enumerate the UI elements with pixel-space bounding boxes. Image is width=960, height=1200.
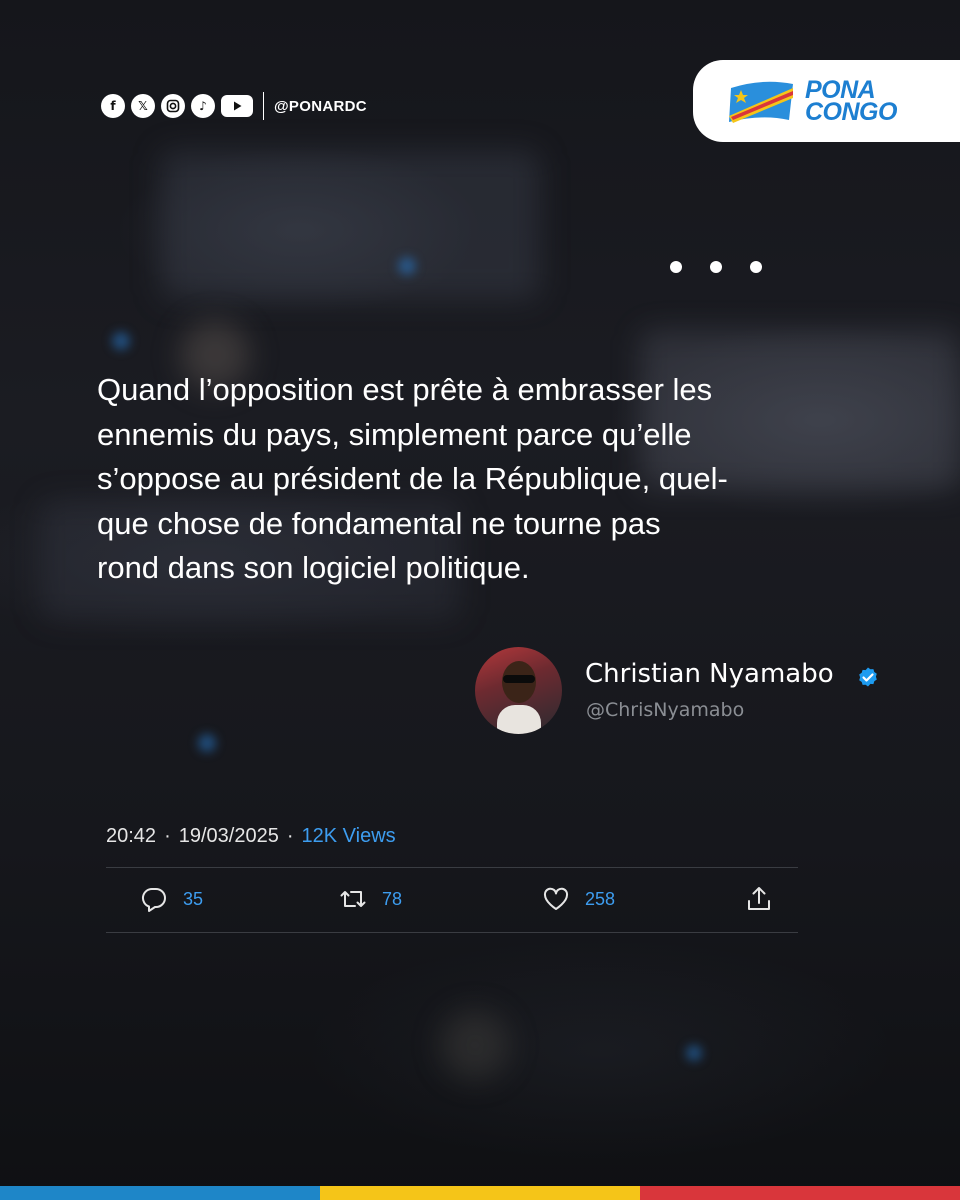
dot <box>710 261 722 273</box>
drc-flag-icon <box>729 81 793 123</box>
bg-blur-dot <box>112 332 130 350</box>
avatar[interactable] <box>475 647 562 734</box>
bg-blur-dot <box>398 257 416 275</box>
bg-blur-dot <box>198 734 216 752</box>
tweet-text: Quand l’opposition est prête à embrasser… <box>97 368 867 591</box>
stripe-yellow <box>320 1186 640 1200</box>
instagram-icon[interactable] <box>161 94 185 118</box>
stripe-red <box>640 1186 960 1200</box>
more-options-icon[interactable] <box>670 261 762 273</box>
retweet-count: 78 <box>382 888 403 909</box>
divider <box>106 932 798 933</box>
x-icon[interactable]: 𝕏 <box>131 94 155 118</box>
social-links: f 𝕏 ♪ @PONARDC <box>101 92 367 120</box>
heart-icon <box>543 887 569 910</box>
verified-badge-icon <box>859 667 877 687</box>
tweet-line: Quand l’opposition est prête à embrasser… <box>97 372 713 407</box>
separator: · <box>164 825 171 847</box>
author-name[interactable]: Christian Nyamabo <box>585 659 834 689</box>
divider <box>263 92 264 120</box>
tweet-time: 20:42 <box>106 825 157 847</box>
tiktok-icon[interactable]: ♪ <box>191 94 215 118</box>
like-button[interactable]: 258 <box>541 884 615 914</box>
stripe-blue <box>0 1186 320 1200</box>
retweet-icon <box>340 891 366 907</box>
facebook-icon[interactable]: f <box>101 94 125 118</box>
retweet-button[interactable]: 78 <box>338 884 402 914</box>
tweet-line: que chose de fondamental ne tourne pas <box>97 505 661 541</box>
divider <box>106 867 798 868</box>
reply-button[interactable]: 35 <box>139 884 203 914</box>
tweet-date: 19/03/2025 <box>178 825 279 847</box>
share-icon[interactable] <box>744 884 774 914</box>
tweet-line: s’oppose au président de la République, … <box>97 461 728 496</box>
views-count[interactable]: 12K Views <box>302 825 396 848</box>
reply-icon <box>141 887 166 912</box>
pona-congo-logo: PONA CONGO <box>693 60 960 142</box>
dot <box>750 261 762 273</box>
author-handle[interactable]: @ChrisNyamabo <box>586 699 744 721</box>
like-count: 258 <box>585 888 616 909</box>
tweet-meta: 20:42 · 19/03/2025 · 12K Views <box>106 825 396 848</box>
flag-color-stripe <box>0 1186 960 1200</box>
tweet-line: rond dans son logiciel politique. <box>97 550 530 585</box>
logo-wordmark: PONA CONGO <box>805 78 897 126</box>
brand-handle[interactable]: @PONARDC <box>274 98 367 115</box>
bg-blur-shape <box>160 150 540 300</box>
bg-blur-avatar <box>440 1010 510 1080</box>
logo-line-2: CONGO <box>805 98 897 126</box>
youtube-icon[interactable] <box>221 95 253 117</box>
tweet-line: ennemis du pays, simplement parce qu’ell… <box>97 416 692 452</box>
reply-count: 35 <box>183 888 204 909</box>
bg-blur-dot <box>686 1045 702 1061</box>
separator: · <box>286 825 294 847</box>
dot <box>670 261 682 273</box>
